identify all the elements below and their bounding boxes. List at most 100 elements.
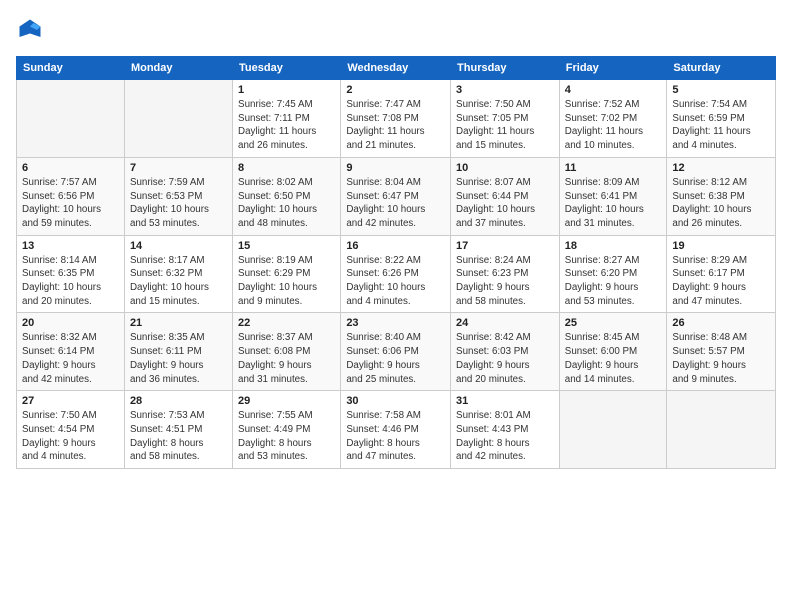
day-number: 19 [672, 240, 770, 252]
day-info: Sunrise: 7:50 AM Sunset: 4:54 PM Dayligh… [22, 409, 119, 464]
day-info: Sunrise: 8:22 AM Sunset: 6:26 PM Dayligh… [346, 254, 445, 309]
calendar-cell: 11Sunrise: 8:09 AM Sunset: 6:41 PM Dayli… [559, 157, 667, 235]
logo [16, 16, 48, 44]
weekday-header-thursday: Thursday [451, 57, 560, 80]
calendar-cell [17, 80, 125, 158]
day-info: Sunrise: 8:40 AM Sunset: 6:06 PM Dayligh… [346, 331, 445, 386]
day-info: Sunrise: 8:04 AM Sunset: 6:47 PM Dayligh… [346, 176, 445, 231]
day-number: 22 [238, 317, 335, 329]
day-info: Sunrise: 7:50 AM Sunset: 7:05 PM Dayligh… [456, 98, 554, 153]
day-number: 11 [565, 162, 662, 174]
calendar-week-row: 27 Sunrise: 7:50 AM Sunset: 4:54 PM Dayli… [17, 391, 776, 469]
day-info: Sunrise: 8:32 AM Sunset: 6:14 PM Dayligh… [22, 331, 119, 386]
calendar-cell: 8 Sunrise: 8:02 AM Sunset: 6:50 PM Daylig… [233, 157, 341, 235]
day-number: 28 [130, 395, 227, 407]
day-number: 26 [672, 317, 770, 329]
day-info: Sunrise: 8:14 AM Sunset: 6:35 PM Dayligh… [22, 254, 119, 309]
calendar-cell [559, 391, 667, 469]
day-number: 3 [456, 84, 554, 96]
calendar-cell: 24 Sunrise: 8:42 AM Sunset: 6:03 PM Dayli… [451, 313, 560, 391]
day-number: 31 [456, 395, 554, 407]
calendar-cell: 18 Sunrise: 8:27 AM Sunset: 6:20 PM Dayli… [559, 235, 667, 313]
day-info: Sunrise: 8:37 AM Sunset: 6:08 PM Dayligh… [238, 331, 335, 386]
day-number: 8 [238, 162, 335, 174]
day-number: 15 [238, 240, 335, 252]
day-number: 1 [238, 84, 335, 96]
day-number: 30 [346, 395, 445, 407]
day-number: 10 [456, 162, 554, 174]
calendar-cell: 6 Sunrise: 7:57 AM Sunset: 6:56 PM Daylig… [17, 157, 125, 235]
calendar-cell: 20 Sunrise: 8:32 AM Sunset: 6:14 PM Dayli… [17, 313, 125, 391]
weekday-header-wednesday: Wednesday [341, 57, 451, 80]
day-info: Sunrise: 7:57 AM Sunset: 6:56 PM Dayligh… [22, 176, 119, 231]
calendar-cell: 21 Sunrise: 8:35 AM Sunset: 6:11 PM Dayli… [124, 313, 232, 391]
calendar-cell: 1 Sunrise: 7:45 AM Sunset: 7:11 PM Daylig… [233, 80, 341, 158]
weekday-header-sunday: Sunday [17, 57, 125, 80]
day-number: 6 [22, 162, 119, 174]
calendar-cell: 5Sunrise: 7:54 AM Sunset: 6:59 PM Daylig… [667, 80, 776, 158]
calendar-header-row: SundayMondayTuesdayWednesdayThursdayFrid… [17, 57, 776, 80]
day-number: 21 [130, 317, 227, 329]
calendar-week-row: 1 Sunrise: 7:45 AM Sunset: 7:11 PM Daylig… [17, 80, 776, 158]
calendar-week-row: 13 Sunrise: 8:14 AM Sunset: 6:35 PM Dayli… [17, 235, 776, 313]
weekday-header-friday: Friday [559, 57, 667, 80]
calendar-cell: 14 Sunrise: 8:17 AM Sunset: 6:32 PM Dayli… [124, 235, 232, 313]
calendar-cell: 4Sunrise: 7:52 AM Sunset: 7:02 PM Daylig… [559, 80, 667, 158]
calendar-cell: 17 Sunrise: 8:24 AM Sunset: 6:23 PM Dayli… [451, 235, 560, 313]
day-info: Sunrise: 8:02 AM Sunset: 6:50 PM Dayligh… [238, 176, 335, 231]
day-info: Sunrise: 8:42 AM Sunset: 6:03 PM Dayligh… [456, 331, 554, 386]
day-number: 16 [346, 240, 445, 252]
day-info: Sunrise: 8:24 AM Sunset: 6:23 PM Dayligh… [456, 254, 554, 309]
calendar-cell: 22 Sunrise: 8:37 AM Sunset: 6:08 PM Dayli… [233, 313, 341, 391]
day-number: 23 [346, 317, 445, 329]
day-info: Sunrise: 8:29 AM Sunset: 6:17 PM Dayligh… [672, 254, 770, 309]
calendar-cell: 15 Sunrise: 8:19 AM Sunset: 6:29 PM Dayli… [233, 235, 341, 313]
calendar-cell: 2Sunrise: 7:47 AM Sunset: 7:08 PM Daylig… [341, 80, 451, 158]
day-info: Sunrise: 8:45 AM Sunset: 6:00 PM Dayligh… [565, 331, 662, 386]
calendar-cell: 27 Sunrise: 7:50 AM Sunset: 4:54 PM Dayli… [17, 391, 125, 469]
calendar-cell: 13 Sunrise: 8:14 AM Sunset: 6:35 PM Dayli… [17, 235, 125, 313]
day-info: Sunrise: 7:55 AM Sunset: 4:49 PM Dayligh… [238, 409, 335, 464]
calendar-cell [667, 391, 776, 469]
logo-icon [16, 16, 44, 44]
day-number: 27 [22, 395, 119, 407]
day-info: Sunrise: 8:48 AM Sunset: 5:57 PM Dayligh… [672, 331, 770, 386]
day-info: Sunrise: 7:53 AM Sunset: 4:51 PM Dayligh… [130, 409, 227, 464]
weekday-header-monday: Monday [124, 57, 232, 80]
day-info: Sunrise: 7:47 AM Sunset: 7:08 PM Dayligh… [346, 98, 445, 153]
day-info: Sunrise: 8:35 AM Sunset: 6:11 PM Dayligh… [130, 331, 227, 386]
day-number: 17 [456, 240, 554, 252]
calendar-cell: 9 Sunrise: 8:04 AM Sunset: 6:47 PM Daylig… [341, 157, 451, 235]
day-info: Sunrise: 7:59 AM Sunset: 6:53 PM Dayligh… [130, 176, 227, 231]
day-info: Sunrise: 8:12 AM Sunset: 6:38 PM Dayligh… [672, 176, 770, 231]
day-info: Sunrise: 8:07 AM Sunset: 6:44 PM Dayligh… [456, 176, 554, 231]
calendar-cell: 23 Sunrise: 8:40 AM Sunset: 6:06 PM Dayli… [341, 313, 451, 391]
day-number: 29 [238, 395, 335, 407]
day-number: 9 [346, 162, 445, 174]
day-number: 4 [565, 84, 662, 96]
calendar-week-row: 20 Sunrise: 8:32 AM Sunset: 6:14 PM Dayli… [17, 313, 776, 391]
day-info: Sunrise: 8:17 AM Sunset: 6:32 PM Dayligh… [130, 254, 227, 309]
calendar-cell: 3 Sunrise: 7:50 AM Sunset: 7:05 PM Daylig… [451, 80, 560, 158]
day-number: 25 [565, 317, 662, 329]
calendar-week-row: 6 Sunrise: 7:57 AM Sunset: 6:56 PM Daylig… [17, 157, 776, 235]
calendar-cell: 26 Sunrise: 8:48 AM Sunset: 5:57 PM Dayli… [667, 313, 776, 391]
day-number: 24 [456, 317, 554, 329]
calendar-cell: 10 Sunrise: 8:07 AM Sunset: 6:44 PM Dayli… [451, 157, 560, 235]
day-number: 18 [565, 240, 662, 252]
day-number: 20 [22, 317, 119, 329]
calendar-cell: 7Sunrise: 7:59 AM Sunset: 6:53 PM Daylig… [124, 157, 232, 235]
calendar-cell: 25 Sunrise: 8:45 AM Sunset: 6:00 PM Dayli… [559, 313, 667, 391]
calendar-cell: 12 Sunrise: 8:12 AM Sunset: 6:38 PM Dayli… [667, 157, 776, 235]
day-info: Sunrise: 7:45 AM Sunset: 7:11 PM Dayligh… [238, 98, 335, 153]
day-info: Sunrise: 8:19 AM Sunset: 6:29 PM Dayligh… [238, 254, 335, 309]
day-number: 12 [672, 162, 770, 174]
day-number: 13 [22, 240, 119, 252]
page-header [16, 16, 776, 44]
calendar-table: SundayMondayTuesdayWednesdayThursdayFrid… [16, 56, 776, 469]
day-info: Sunrise: 8:27 AM Sunset: 6:20 PM Dayligh… [565, 254, 662, 309]
day-number: 14 [130, 240, 227, 252]
calendar-cell: 28 Sunrise: 7:53 AM Sunset: 4:51 PM Dayli… [124, 391, 232, 469]
calendar-cell: 31Sunrise: 8:01 AM Sunset: 4:43 PM Dayli… [451, 391, 560, 469]
calendar-cell: 29 Sunrise: 7:55 AM Sunset: 4:49 PM Dayli… [233, 391, 341, 469]
